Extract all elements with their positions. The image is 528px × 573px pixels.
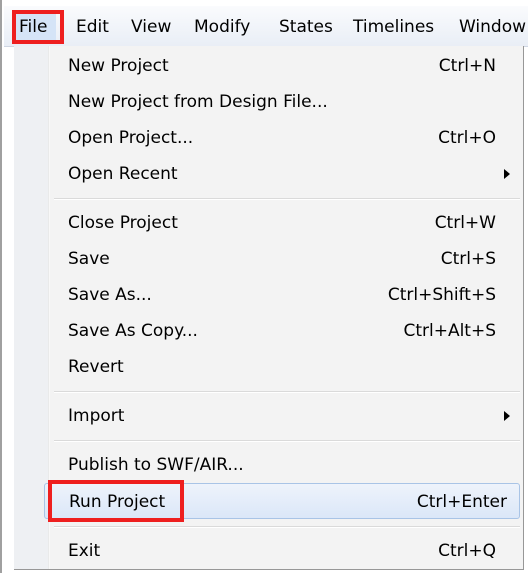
menu-item-shortcut: Ctrl+Enter	[416, 492, 507, 512]
menu-modify-label: Modify	[194, 17, 251, 37]
menu-item-save[interactable]: Save Ctrl+S	[14, 241, 524, 277]
menu-file-label: File	[19, 17, 48, 37]
menu-item-shortcut: Ctrl+O	[438, 128, 496, 148]
menu-item-label: New Project	[68, 56, 169, 76]
menu-edit[interactable]: Edit	[76, 14, 109, 40]
menu-view[interactable]: View	[131, 14, 171, 40]
menu-item-run-project[interactable]: Run Project Ctrl+Enter	[44, 483, 520, 519]
menu-states[interactable]: States	[279, 14, 333, 40]
menu-item-label: Exit	[68, 541, 101, 561]
menu-item-label: Open Recent	[68, 164, 178, 184]
menu-item-label: Close Project	[68, 213, 178, 233]
menu-view-label: View	[131, 17, 172, 37]
menu-bar: File Edit View Modify States Timelines W…	[4, 6, 528, 47]
menu-item-shortcut: Ctrl+W	[434, 213, 496, 233]
menu-edit-label: Edit	[76, 17, 109, 37]
menu-item-new-project-from-design-file[interactable]: New Project from Design File...	[14, 84, 524, 120]
menu-separator	[54, 198, 520, 200]
menu-item-shortcut: Ctrl+Q	[438, 541, 496, 561]
menu-item-label: Save	[68, 249, 110, 269]
menu-item-label: Import	[68, 406, 125, 426]
menu-item-import[interactable]: Import	[14, 398, 524, 434]
menu-modify[interactable]: Modify	[194, 14, 250, 40]
menu-item-save-as-copy[interactable]: Save As Copy... Ctrl+Alt+S	[14, 313, 524, 349]
menu-timelines[interactable]: Timelines	[353, 14, 434, 40]
menu-item-save-as[interactable]: Save As... Ctrl+Shift+S	[14, 277, 524, 313]
submenu-arrow-icon	[504, 411, 510, 421]
menu-item-shortcut: Ctrl+Shift+S	[387, 285, 496, 305]
menu-item-publish-to-swf-air[interactable]: Publish to SWF/AIR...	[14, 447, 524, 483]
menu-states-label: States	[279, 17, 333, 37]
menu-item-label: Revert	[68, 357, 124, 377]
menu-separator	[54, 526, 520, 528]
menu-item-label: Publish to SWF/AIR...	[68, 455, 244, 475]
menu-item-close-project[interactable]: Close Project Ctrl+W	[14, 205, 524, 241]
menu-item-revert[interactable]: Revert	[14, 349, 524, 385]
menu-window-label: Window	[459, 17, 527, 37]
menu-item-label: Save As...	[68, 285, 152, 305]
menu-timelines-label: Timelines	[353, 17, 435, 37]
application-window: File Edit View Modify States Timelines W…	[0, 0, 528, 573]
menu-item-open-project[interactable]: Open Project... Ctrl+O	[14, 120, 524, 156]
menu-window[interactable]: Window	[459, 14, 526, 40]
file-menu-dropdown: New Project Ctrl+N New Project from Desi…	[14, 46, 524, 570]
menu-item-shortcut: Ctrl+Alt+S	[403, 321, 496, 341]
menu-file[interactable]: File	[12, 14, 56, 40]
menu-item-open-recent[interactable]: Open Recent	[14, 156, 524, 192]
menu-item-label: New Project from Design File...	[68, 92, 328, 112]
menu-item-label: Open Project...	[68, 128, 194, 148]
menu-item-label: Run Project	[69, 492, 166, 512]
menu-item-new-project[interactable]: New Project Ctrl+N	[14, 48, 524, 84]
submenu-arrow-icon	[504, 169, 510, 179]
menu-item-exit[interactable]: Exit Ctrl+Q	[14, 533, 524, 569]
menu-separator	[54, 440, 520, 442]
menu-item-shortcut: Ctrl+S	[440, 249, 496, 269]
menu-separator	[54, 391, 520, 393]
menu-item-shortcut: Ctrl+N	[438, 56, 496, 76]
menu-item-label: Save As Copy...	[68, 321, 198, 341]
